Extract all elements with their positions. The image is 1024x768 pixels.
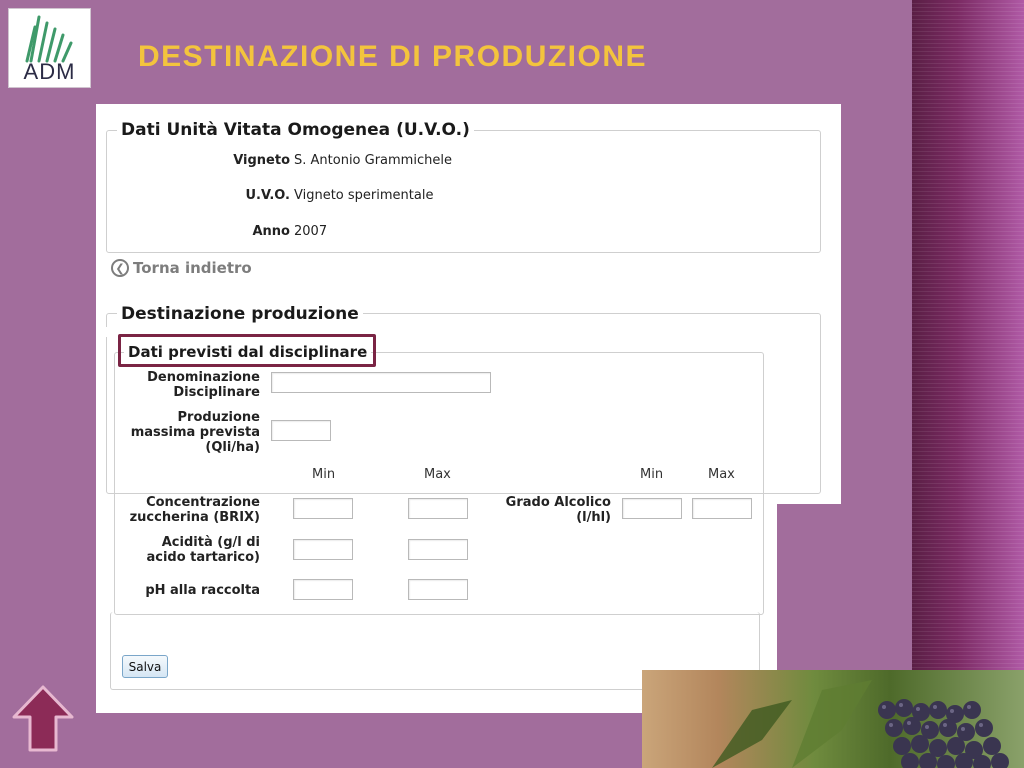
uvo-label: U.V.O. <box>245 188 290 203</box>
grado-max-input[interactable] <box>692 498 752 519</box>
ph-min-input[interactable] <box>293 579 353 600</box>
grado-label: Grado Alcolico (l/hl) <box>505 495 611 525</box>
concentrazione-min-input[interactable] <box>293 498 353 519</box>
production-legend: Destinazione produzione <box>117 304 363 324</box>
grado-max-header: Max <box>708 467 735 482</box>
grapes-icon <box>712 680 1009 768</box>
back-link-label: Torna indietro <box>133 259 252 277</box>
acidita-max-input[interactable] <box>408 539 468 560</box>
ph-label: pH alla raccolta <box>145 583 260 598</box>
decorative-side-band <box>912 0 1024 768</box>
logo-text: ADM <box>23 59 76 84</box>
back-link[interactable]: ❮ Torna indietro <box>111 259 252 277</box>
vigneto-label: Vigneto <box>233 153 290 168</box>
legend-highlight-box <box>118 334 376 367</box>
adm-logo: ADM <box>8 8 91 88</box>
concentrazione-max-input[interactable] <box>408 498 468 519</box>
uvo-legend: Dati Unità Vitata Omogenea (U.V.O.) <box>117 120 474 140</box>
grado-min-header: Min <box>640 467 664 482</box>
vigneto-value: S. Antonio Grammichele <box>294 153 452 168</box>
grado-min-input[interactable] <box>622 498 682 519</box>
produzione-label: Produzione massima prevista (Qli/ha) <box>130 410 260 455</box>
max-header: Max <box>424 467 451 482</box>
chevron-left-icon: ❮ <box>111 259 129 277</box>
produzione-input[interactable] <box>271 420 331 441</box>
anno-label: Anno <box>252 224 290 239</box>
denominazione-label: Denominazione Disciplinare <box>147 370 260 400</box>
anno-value: 2007 <box>294 224 328 239</box>
uvo-value: Vigneto sperimentale <box>294 188 434 203</box>
up-arrow-icon[interactable] <box>10 684 76 754</box>
denominazione-input[interactable] <box>271 372 491 393</box>
min-header: Min <box>312 467 336 482</box>
slide-title: DESTINAZIONE DI PRODUZIONE <box>138 40 648 73</box>
acidita-min-input[interactable] <box>293 539 353 560</box>
grapes-photo <box>642 670 1024 768</box>
ph-max-input[interactable] <box>408 579 468 600</box>
acidita-label: Acidità (g/l di acido tartarico) <box>146 535 260 565</box>
concentrazione-label: Concentrazione zuccherina (BRIX) <box>129 495 260 525</box>
save-button[interactable]: Salva <box>122 655 168 678</box>
